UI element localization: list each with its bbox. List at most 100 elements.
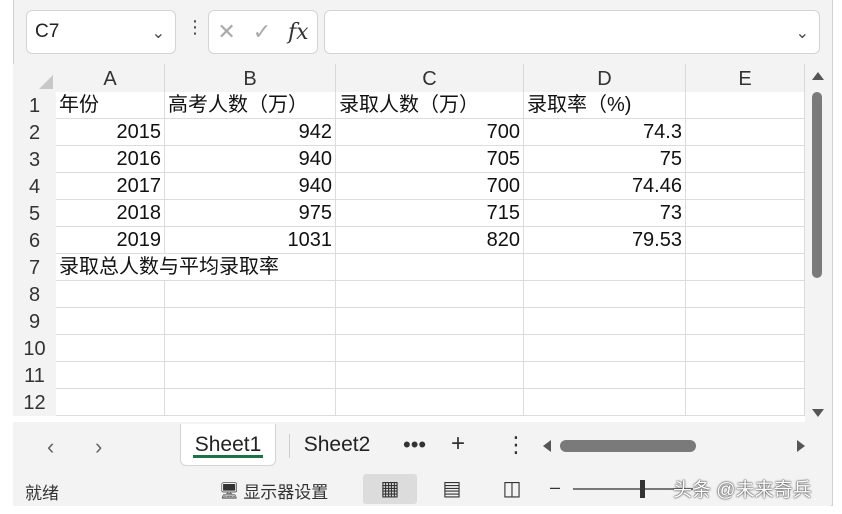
cell-d2[interactable]: 74.3 <box>524 119 686 146</box>
cell-a4[interactable]: 2017 <box>56 173 165 200</box>
cell-a2[interactable]: 2015 <box>56 119 165 146</box>
cell-d3[interactable]: 75 <box>524 146 686 173</box>
cell-c10[interactable] <box>336 335 524 362</box>
cell-a1[interactable]: 年份 <box>56 92 165 119</box>
cell-c2[interactable]: 700 <box>336 119 524 146</box>
scroll-left-arrow-icon[interactable] <box>543 440 551 452</box>
cell-c8[interactable] <box>336 281 524 308</box>
row-header-8[interactable]: 8 <box>13 281 56 308</box>
row-header-10[interactable]: 10 <box>13 335 56 362</box>
more-vertical-icon[interactable]: ⋮ <box>186 18 204 36</box>
row-header-11[interactable]: 11 <box>13 362 56 389</box>
cell-e1[interactable] <box>686 92 805 119</box>
scroll-down-arrow-icon[interactable] <box>812 409 824 417</box>
row-header-9[interactable]: 9 <box>13 308 56 335</box>
cell-b9[interactable] <box>165 308 336 335</box>
cell-b2[interactable]: 942 <box>165 119 336 146</box>
cell-e7[interactable] <box>686 254 805 281</box>
cell-e8[interactable] <box>686 281 805 308</box>
cell-a8[interactable] <box>56 281 165 308</box>
add-sheet-icon[interactable]: + <box>451 430 465 458</box>
cell-a9[interactable] <box>56 308 165 335</box>
cell-b3[interactable]: 940 <box>165 146 336 173</box>
cell-e6[interactable] <box>686 227 805 254</box>
cell-d9[interactable] <box>524 308 686 335</box>
row-header-1[interactable]: 1 <box>13 92 56 119</box>
column-header-e[interactable]: E <box>686 64 805 92</box>
cell-b1[interactable]: 高考人数（万） <box>165 92 336 119</box>
cell-e11[interactable] <box>686 362 805 389</box>
vertical-scrollbar[interactable] <box>806 64 830 422</box>
select-all-corner[interactable] <box>13 64 56 92</box>
cell-d1[interactable]: 录取率（%) <box>524 92 686 119</box>
cell-d11[interactable] <box>524 362 686 389</box>
cell-a6[interactable]: 2019 <box>56 227 165 254</box>
cell-c4[interactable]: 700 <box>336 173 524 200</box>
chevron-right-icon[interactable]: › <box>95 434 102 460</box>
cell-d4[interactable]: 74.46 <box>524 173 686 200</box>
cell-c7[interactable] <box>336 254 524 281</box>
row-header-5[interactable]: 5 <box>13 200 56 227</box>
cell-b8[interactable] <box>165 281 336 308</box>
zoom-out-icon[interactable]: – <box>550 477 560 498</box>
cell-c3[interactable]: 705 <box>336 146 524 173</box>
column-header-c[interactable]: C <box>336 64 524 92</box>
cell-d10[interactable] <box>524 335 686 362</box>
cell-e3[interactable] <box>686 146 805 173</box>
chevron-down-icon[interactable]: ⌄ <box>152 23 165 43</box>
cell-e12[interactable] <box>686 389 805 416</box>
formula-input[interactable]: ⌄ <box>324 10 820 54</box>
row-header-7[interactable]: 7 <box>13 254 56 281</box>
spreadsheet-grid[interactable]: A B C D E 1 2 3 4 5 6 7 8 9 10 11 12 年份 … <box>13 64 805 422</box>
normal-view-button[interactable]: ▦ <box>363 474 417 504</box>
cell-b11[interactable] <box>165 362 336 389</box>
chevron-left-icon[interactable]: ‹ <box>47 434 54 460</box>
cell-e5[interactable] <box>686 200 805 227</box>
cell-b5[interactable]: 975 <box>165 200 336 227</box>
cell-b10[interactable] <box>165 335 336 362</box>
cell-c12[interactable] <box>336 389 524 416</box>
scroll-right-arrow-icon[interactable] <box>797 440 805 452</box>
cell-e10[interactable] <box>686 335 805 362</box>
cell-e4[interactable] <box>686 173 805 200</box>
cell-d5[interactable]: 73 <box>524 200 686 227</box>
vertical-scroll-thumb[interactable] <box>812 92 822 278</box>
page-layout-view-button[interactable]: ▤ <box>425 474 479 504</box>
cell-d8[interactable] <box>524 281 686 308</box>
cell-c9[interactable] <box>336 308 524 335</box>
name-box[interactable]: C7 ⌄ <box>26 10 176 54</box>
tab-sheet2[interactable]: Sheet2 <box>293 424 381 466</box>
cell-c6[interactable]: 820 <box>336 227 524 254</box>
horizontal-scroll-thumb[interactable] <box>560 440 696 452</box>
cell-a5[interactable]: 2018 <box>56 200 165 227</box>
row-header-2[interactable]: 2 <box>13 119 56 146</box>
cell-d7[interactable] <box>524 254 686 281</box>
column-header-d[interactable]: D <box>524 64 686 92</box>
tab-sheet1[interactable]: Sheet1 <box>180 424 276 466</box>
scroll-up-arrow-icon[interactable] <box>812 72 824 80</box>
insert-function-icon[interactable]: fx <box>288 20 309 45</box>
cell-c1[interactable]: 录取人数（万） <box>336 92 524 119</box>
row-header-3[interactable]: 3 <box>13 146 56 173</box>
column-header-b[interactable]: B <box>165 64 336 92</box>
more-vertical-icon[interactable]: ⋮ <box>505 432 527 458</box>
display-settings-button[interactable]: 🖥 显示器设置 <box>219 478 328 503</box>
page-break-view-button[interactable]: ◫ <box>485 474 539 504</box>
row-header-12[interactable]: 12 <box>13 389 56 416</box>
check-icon[interactable]: ✓ <box>253 19 271 45</box>
cell-a10[interactable] <box>56 335 165 362</box>
more-sheets-icon[interactable]: ••• <box>403 432 426 458</box>
row-header-4[interactable]: 4 <box>13 173 56 200</box>
cell-e9[interactable] <box>686 308 805 335</box>
cell-b6[interactable]: 1031 <box>165 227 336 254</box>
cancel-icon[interactable]: ✕ <box>217 19 235 45</box>
expand-formula-chevron-icon[interactable]: ⌄ <box>796 23 809 43</box>
cell-b12[interactable] <box>165 389 336 416</box>
row-header-6[interactable]: 6 <box>13 227 56 254</box>
column-header-a[interactable]: A <box>56 64 165 92</box>
cell-a11[interactable] <box>56 362 165 389</box>
cell-e2[interactable] <box>686 119 805 146</box>
cell-a3[interactable]: 2016 <box>56 146 165 173</box>
cell-b4[interactable]: 940 <box>165 173 336 200</box>
cell-c11[interactable] <box>336 362 524 389</box>
